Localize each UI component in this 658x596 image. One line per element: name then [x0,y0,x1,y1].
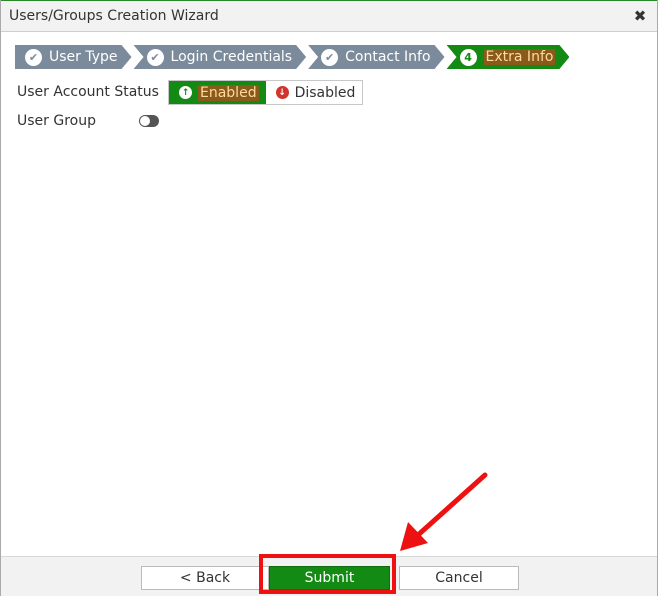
disabled-button[interactable]: ↓ Disabled [265,81,363,104]
account-status-toggle: ↑ Enabled ↓ Disabled [168,80,364,105]
step-login-credentials[interactable]: ✔ Login Credentials [134,45,307,69]
check-icon: ✔ [321,49,338,66]
dialog-titlebar: Users/Groups Creation Wizard ✖ [1,0,657,32]
check-icon: ✔ [25,49,42,66]
arrow-down-icon: ↓ [275,86,289,99]
step-label: Contact Info [345,49,431,65]
dialog-footer: < Back Submit Cancel [1,556,657,596]
step-label: User Type [49,49,118,65]
cancel-button[interactable]: Cancel [399,566,519,590]
step-label: Extra Info [485,49,554,65]
arrow-up-icon: ↑ [179,86,192,99]
step-extra-info[interactable]: 4 Extra Info [447,45,570,69]
toggle-knob [140,116,150,126]
submit-button[interactable]: Submit [269,566,390,590]
back-button[interactable]: < Back [141,566,269,590]
step-contact-info[interactable]: ✔ Contact Info [308,45,444,69]
dialog-title: Users/Groups Creation Wizard [9,8,219,24]
account-status-label: User Account Status [17,84,159,100]
wizard-steps: ✔ User Type ✔ Login Credentials ✔ Contac… [15,45,571,69]
check-icon: ✔ [147,49,164,66]
wizard-dialog: Users/Groups Creation Wizard ✖ ✔ User Ty… [0,0,658,596]
step-number-icon: 4 [460,49,477,66]
account-status-row: User Account Status [17,80,159,104]
user-group-label: User Group [17,113,96,129]
step-user-type[interactable]: ✔ User Type [15,45,132,69]
user-group-row: User Group [17,109,96,133]
disabled-label: Disabled [294,84,356,101]
enabled-button[interactable]: ↑ Enabled [169,81,266,104]
user-group-toggle[interactable] [139,115,159,127]
enabled-label: Enabled [198,84,259,101]
close-icon[interactable]: ✖ [633,6,647,26]
step-label: Login Credentials [170,49,293,65]
